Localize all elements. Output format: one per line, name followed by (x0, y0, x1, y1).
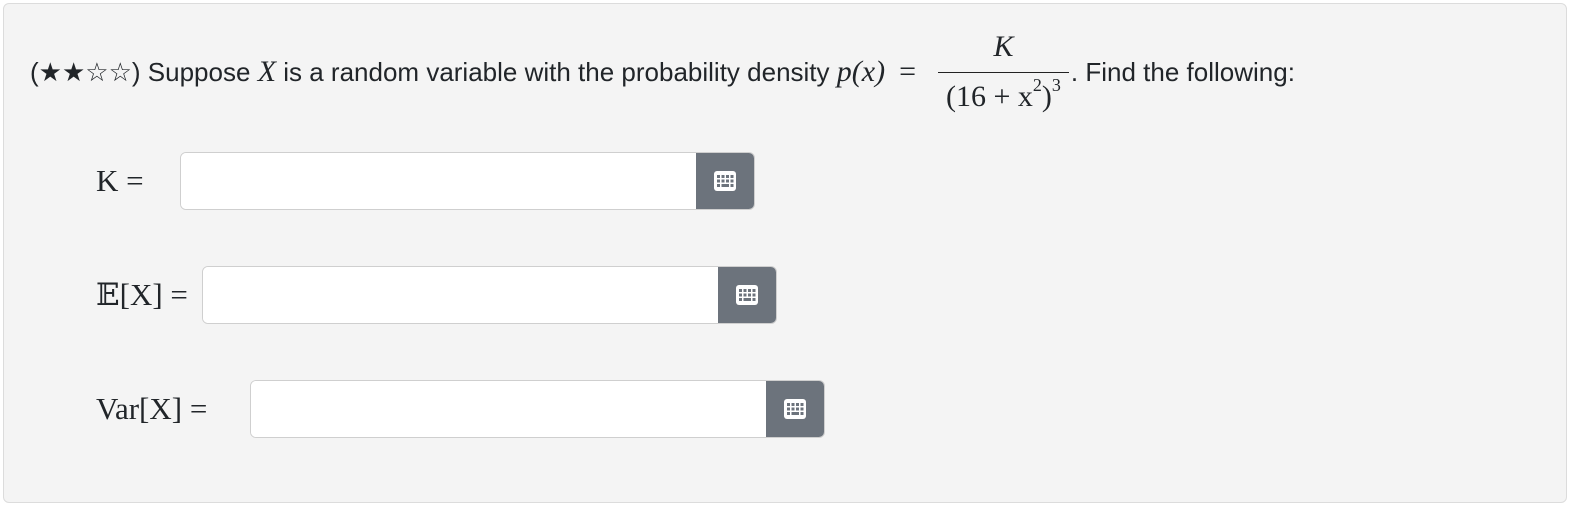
keypad-button-variance[interactable] (766, 381, 824, 437)
text-suppose: Suppose (147, 56, 251, 87)
answer-label-k: K = (96, 163, 144, 198)
keypad-button-k[interactable] (696, 153, 754, 209)
answer-input-variance[interactable] (251, 381, 766, 437)
keypad-grid-icon (784, 399, 806, 419)
answer-label-expectation: 𝔼[X] = (96, 277, 188, 312)
answer-input-group-variance (250, 380, 825, 438)
answer-label-variance: Var[X] = (96, 391, 208, 426)
answer-input-expectation[interactable] (203, 267, 718, 323)
fraction-denominator: (16 + x2)3 (945, 75, 1061, 114)
text-end: . Find the following: (1070, 56, 1295, 87)
answer-row-variance: Var[X] = (96, 379, 825, 439)
question-text: (★★☆☆) Suppose X is a random variable wi… (30, 24, 1295, 120)
fraction-numerator: K (993, 29, 1014, 63)
keypad-grid-icon (736, 285, 758, 305)
answer-input-group-k (180, 152, 755, 210)
equals-sign: = (899, 55, 916, 88)
answer-input-k[interactable] (181, 153, 696, 209)
density-lhs: p(x) (836, 55, 886, 88)
density-fraction: K (16 + x2)3 (937, 29, 1069, 115)
text-middle: is a random variable with the probabilit… (283, 56, 830, 87)
question-card: (★★☆☆) Suppose X is a random variable wi… (3, 3, 1567, 503)
difficulty-stars: (★★☆☆) (30, 56, 141, 87)
keypad-grid-icon (714, 171, 736, 191)
keypad-button-expectation[interactable] (718, 267, 776, 323)
answer-row-k: K = (96, 151, 755, 211)
answer-row-expectation: 𝔼[X] = (96, 265, 777, 325)
variable-x: X (257, 55, 277, 88)
answer-input-group-expectation (202, 266, 777, 324)
